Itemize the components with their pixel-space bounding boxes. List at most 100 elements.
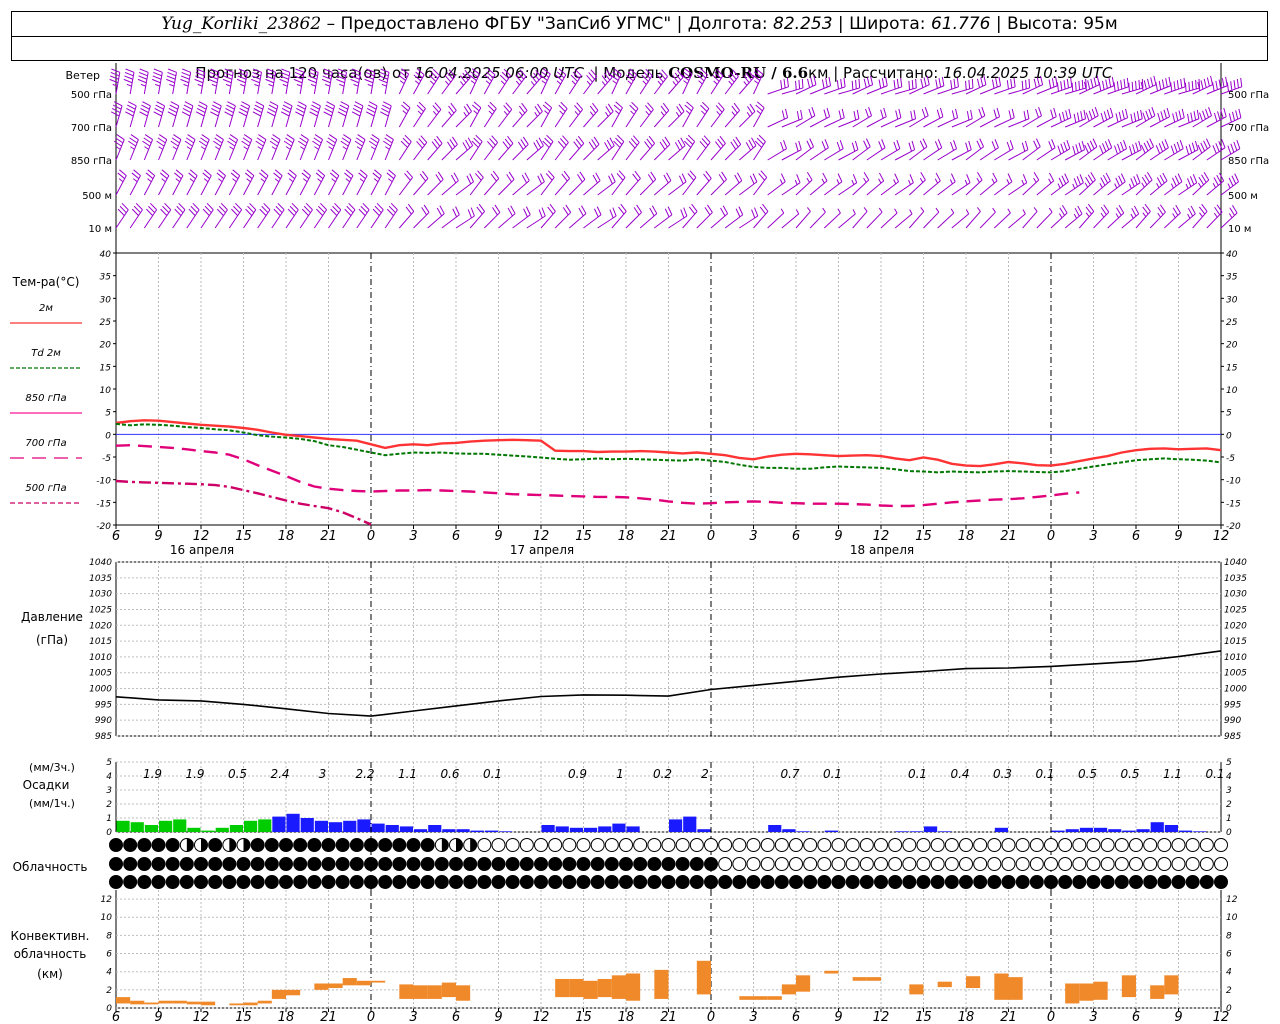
precip-sum-label: 0.7 [780, 767, 799, 781]
date-label: 16 апреля [170, 543, 234, 557]
wind-barb-flag [170, 101, 179, 107]
cloud-cover-circle [675, 875, 690, 889]
wind-barb-flag [956, 77, 959, 87]
wind-barb-flag [184, 101, 194, 107]
cloud-cover-circle [789, 857, 803, 871]
precip-bar-strat [768, 825, 782, 832]
cloud-cover-circle [803, 857, 818, 871]
pres-ytick-label: 1040 [89, 558, 112, 568]
conv-cloud-bar [654, 969, 669, 999]
cloud-cover-circle [959, 875, 973, 889]
wind-barb-flag [885, 76, 888, 86]
wind-barb-flag [556, 80, 562, 85]
wind-barb-flag [281, 107, 291, 114]
conv-cloud-bar [399, 984, 414, 999]
time-tick-label: 12 [533, 1010, 550, 1024]
wind-barb-flag [473, 110, 478, 115]
cloud-cover-circle [534, 857, 548, 871]
conv-cloud-bar [994, 973, 1009, 1000]
wind-barb-flag [1114, 145, 1118, 155]
precip-sum-label: 0.1 [823, 767, 842, 781]
wind-barb-flag [1011, 108, 1015, 118]
time-tick-label: 9 [494, 529, 502, 544]
wind-barb-flag [485, 80, 491, 85]
wind-barb-flag [350, 78, 360, 84]
wind-barb-flag [141, 104, 150, 110]
conv-cloud-bar [314, 983, 329, 990]
wind-barb-flag [965, 209, 970, 215]
wind-barb-flag [158, 134, 168, 141]
wind-barb-flag [636, 204, 642, 213]
wind-barb-flag [323, 111, 332, 117]
wind-barb-flag [381, 83, 387, 87]
conv-ytick-label: 4 [1226, 968, 1232, 978]
cloud-cover-circle [675, 838, 690, 852]
temp-ytick-label: 40 [1226, 250, 1238, 260]
wind-barb-flag [991, 178, 995, 184]
wind-barb-flag [183, 104, 193, 110]
wind-barb-flag [144, 134, 153, 141]
cloud-cover-circle [1157, 875, 1172, 889]
wind-barb-flag [756, 110, 762, 115]
pressure-unit: (гПа) [36, 633, 68, 647]
cloud-cover-circle [803, 838, 818, 852]
cloud-cover-circle [137, 857, 152, 871]
wind-barb-flag [965, 80, 967, 90]
wind-barb-flag [337, 111, 347, 117]
wind-barb-flag [139, 68, 149, 73]
cloud-cover-circle [420, 838, 435, 852]
wind-barb-flag [1056, 82, 1059, 92]
wind-barb-flag [821, 178, 825, 184]
wind-barb-flag [1172, 207, 1179, 216]
wind-barb-flag [1078, 80, 1081, 90]
wind-barb-flag [308, 75, 318, 80]
wind-barb-flag [157, 137, 166, 144]
time-tick-label: 6 [1132, 529, 1140, 544]
cloud-cover-circle [477, 875, 492, 889]
wind-barb-flag [992, 172, 998, 182]
conv-cloud-bar [342, 978, 357, 986]
cloud-cover-circle [1072, 875, 1087, 889]
cloud-cover-half [229, 838, 236, 852]
wind-barb-flag [998, 76, 1002, 86]
wind-barb-flag [950, 141, 954, 151]
wind-barb-flag [209, 75, 218, 80]
wind-barb-flag [355, 137, 365, 144]
wind-barb-flag [1021, 179, 1025, 185]
wind-barb-flag [296, 107, 305, 114]
wind-barb-flag [806, 172, 813, 181]
wind-barb-flag [749, 103, 756, 112]
wind-barb-flag [110, 75, 119, 80]
wind-barb-flag [182, 107, 192, 114]
cloud-cover-circle [250, 857, 265, 871]
wind-barb-flag [267, 68, 276, 73]
wind-barb-flag [110, 111, 120, 117]
conv-cloud-bar [427, 985, 442, 999]
cloud-cover-circle [831, 875, 846, 889]
wind-barb-flag [1156, 183, 1160, 188]
wind-barb-flag [126, 107, 135, 114]
wind-barb-flag [1223, 107, 1227, 117]
wind-barb-flag [1159, 204, 1166, 213]
wind-barb-flag [1144, 174, 1150, 183]
wind-barb-flag [254, 83, 260, 87]
cloud-cover-circle [590, 857, 605, 871]
conv-cloud-bar [257, 1000, 272, 1004]
wind-barb-flag [243, 146, 249, 150]
wind-barb-flag [1135, 142, 1139, 152]
cloud-cover-circle [208, 857, 223, 871]
wind-barb-flag [707, 204, 713, 213]
wind-barb-flag [453, 172, 459, 181]
cloud-cover-circle [222, 857, 237, 871]
wind-barb-flag [1218, 79, 1222, 89]
wind-barb-flag [1074, 81, 1077, 91]
precip-sum-label: 0.1 [908, 767, 927, 781]
wind-barb-flag [852, 174, 858, 183]
time-tick-label: 9 [834, 529, 842, 544]
wind-barb-flag [366, 68, 376, 73]
wind-barb-flag [593, 208, 599, 218]
wind-barb-flag [340, 140, 349, 147]
cloud-cover-circle [888, 857, 903, 871]
cloud-cover-circle [1072, 857, 1087, 871]
wind-level-label: 500 м [82, 191, 112, 202]
